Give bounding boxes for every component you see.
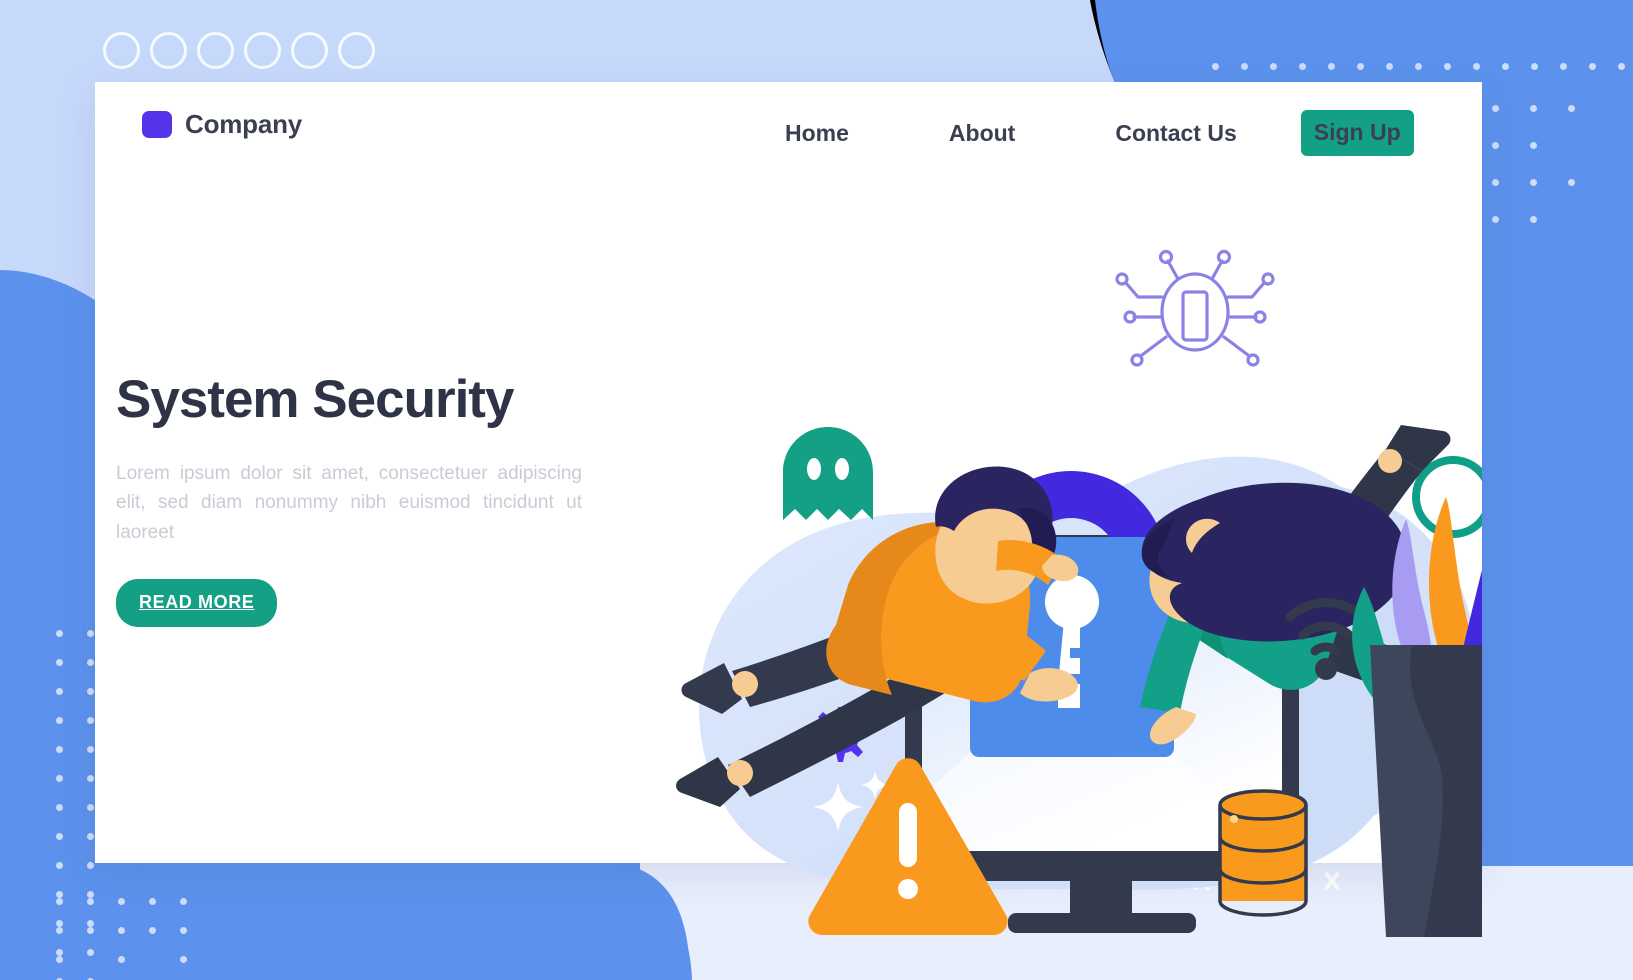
sign-up-button[interactable]: Sign Up (1300, 110, 1414, 156)
decorative-dot (1328, 63, 1335, 70)
decorative-dot (1531, 63, 1538, 70)
decorative-dot (87, 833, 94, 840)
decorative-dot (118, 898, 125, 905)
decorative-dot (180, 956, 187, 963)
decorative-dot (1299, 63, 1306, 70)
decorative-dot (1241, 63, 1248, 70)
decorative-dot (56, 659, 63, 666)
decorative-dot (87, 659, 94, 666)
decorative-dot (1270, 63, 1277, 70)
decorative-circle-row (103, 32, 375, 69)
decorative-dot (1492, 216, 1499, 223)
decorative-dot (149, 927, 156, 934)
decorative-dot (87, 927, 94, 934)
decorative-dot (56, 804, 63, 811)
nav-links: Home About Contact Us Sign Up (785, 110, 1414, 156)
decorative-dot (1560, 63, 1567, 70)
decorative-dot (56, 775, 63, 782)
decorative-dot (56, 920, 63, 927)
system-security-illustration (600, 237, 1482, 937)
decorative-dot (1492, 105, 1499, 112)
decorative-dot (1530, 179, 1537, 186)
decorative-dot (56, 833, 63, 840)
decorative-dot (1530, 142, 1537, 149)
decorative-dot (56, 630, 63, 637)
decorative-dot (56, 717, 63, 724)
hero-description: Lorem ipsum dolor sit amet, consectetuer… (116, 462, 582, 543)
decorative-dot (1589, 63, 1596, 70)
decorative-dot (87, 775, 94, 782)
decorative-circle (244, 32, 281, 69)
decorative-dot (118, 927, 125, 934)
nav-link-contact-us[interactable]: Contact Us (1115, 115, 1236, 151)
decorative-dot (1492, 179, 1499, 186)
decorative-dot (1492, 142, 1499, 149)
page-title: System Security (116, 370, 514, 429)
decorative-dot (87, 746, 94, 753)
nav-link-about[interactable]: About (949, 115, 1015, 151)
brand-name: Company (185, 109, 303, 139)
decorative-dot (1618, 63, 1625, 70)
read-more-button[interactable]: READ MORE (116, 578, 278, 627)
decorative-dot (87, 630, 94, 637)
decorative-dot (56, 862, 63, 869)
ghost-icon (783, 427, 873, 520)
decorative-dot (56, 746, 63, 753)
decorative-dot (149, 898, 156, 905)
brand-mark-icon (142, 111, 172, 138)
decorative-dot (56, 891, 63, 898)
decorative-dot (87, 804, 94, 811)
decorative-dot (1530, 105, 1537, 112)
decorative-dot (1444, 63, 1451, 70)
decorative-dot (1568, 105, 1575, 112)
decorative-dot (87, 891, 94, 898)
decorative-circle (150, 32, 187, 69)
landing-page-card: Company Home About Contact Us Sign Up Sy… (95, 82, 1482, 937)
decorative-circle (291, 32, 328, 69)
decorative-dot (1212, 63, 1219, 70)
decorative-dot (56, 688, 63, 695)
decorative-circle (103, 32, 140, 69)
decorative-dot (1502, 63, 1509, 70)
decorative-circle (197, 32, 234, 69)
decorative-dot (56, 898, 63, 905)
nav-link-home[interactable]: Home (785, 115, 849, 151)
decorative-dot (56, 949, 63, 956)
decorative-dot (56, 927, 63, 934)
decorative-dot (87, 949, 94, 956)
decorative-dot (87, 862, 94, 869)
decorative-dot (1415, 63, 1422, 70)
decorative-dot (1568, 179, 1575, 186)
decorative-dot (118, 956, 125, 963)
decorative-circle (338, 32, 375, 69)
database-stack-icon (1218, 789, 1308, 917)
decorative-dot (180, 927, 187, 934)
decorative-dot (87, 920, 94, 927)
cyber-bug-icon (1115, 249, 1275, 367)
decorative-dot (1473, 63, 1480, 70)
wifi-dot (1315, 658, 1337, 680)
decorative-dot (1530, 216, 1537, 223)
decorative-dot (56, 956, 63, 963)
decorative-dot (180, 898, 187, 905)
decorative-dot (87, 688, 94, 695)
decorative-dot (1357, 63, 1364, 70)
navbar: Company Home About Contact Us Sign Up (95, 82, 1482, 174)
page-root: Company Home About Contact Us Sign Up Sy… (0, 0, 1633, 980)
decorative-dot (87, 898, 94, 905)
decorative-dot (1386, 63, 1393, 70)
hero-copy: System Security Lorem ipsum dolor sit am… (116, 372, 636, 627)
decorative-dot (87, 717, 94, 724)
brand-logo[interactable]: Company (142, 109, 302, 140)
